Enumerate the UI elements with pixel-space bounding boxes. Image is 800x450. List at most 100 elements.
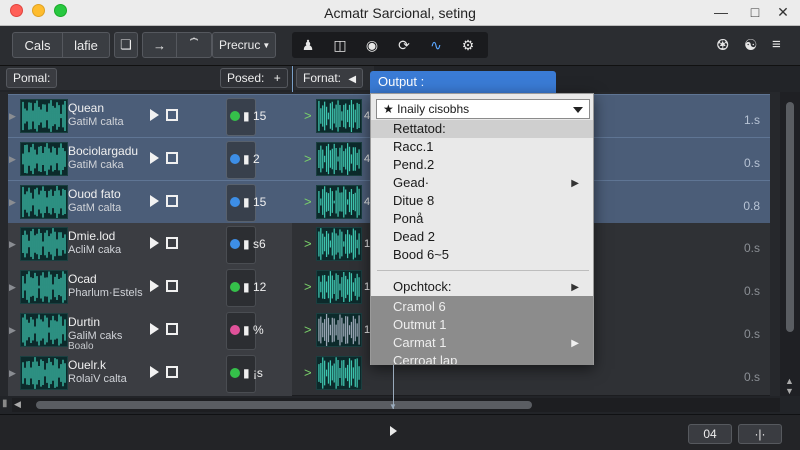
refresh-icon[interactable]: ⟳ [388, 32, 420, 58]
play-icon[interactable] [390, 426, 397, 436]
expand-icon[interactable]: ▶ [9, 197, 16, 208]
split-button[interactable]: ·|· [738, 424, 782, 444]
mixer-icon[interactable]: ♼ [716, 36, 729, 54]
close-button[interactable]: ✕ [774, 4, 792, 21]
output-panel-header[interactable]: Output : [370, 71, 556, 93]
track-checkbox[interactable] [166, 109, 178, 121]
play-icon[interactable] [150, 323, 159, 335]
status-dot [230, 197, 240, 207]
track-info-cell: ▶ Durtin GaliM caks Boalo ▮ % [8, 309, 292, 353]
file-icon[interactable]: ◫ [324, 32, 356, 58]
menu-item[interactable]: Racc.1 [371, 138, 593, 156]
track-checkbox[interactable] [166, 366, 178, 378]
track-name: Ouod fato [68, 187, 121, 201]
status-dot [230, 325, 240, 335]
waveform-thumbnail [20, 313, 68, 347]
zoom-traffic-button[interactable] [54, 4, 67, 17]
output-waveform [316, 313, 362, 347]
bars-icon[interactable]: ⏞ [177, 33, 211, 57]
menu-item[interactable]: Gead· ▶ [371, 174, 593, 192]
track-checkbox[interactable] [166, 237, 178, 249]
list-icon[interactable]: ≡ [772, 36, 781, 53]
waveform-icon[interactable]: ∿ [420, 32, 452, 58]
chevron-down-icon: ▼ [262, 40, 271, 50]
track-subtitle: AcliM caka [68, 244, 122, 256]
scroll-down-icon[interactable]: ▼ [785, 386, 794, 396]
preset-label: Precruc ▼ [213, 33, 275, 57]
output-waveform [316, 99, 362, 133]
track-checkbox[interactable] [166, 195, 178, 207]
expand-icon[interactable]: ▶ [9, 282, 16, 293]
playhead-marker-icon[interactable]: ▼ [389, 402, 397, 411]
play-icon[interactable] [150, 109, 159, 121]
posed-label: Posed: [227, 71, 265, 85]
menu-item[interactable]: Bood 6~5 [371, 246, 593, 264]
track-value: 0.s [743, 241, 760, 255]
output-select[interactable]: ★ Inaily cisobhs [376, 99, 590, 119]
counter-label: 04 [703, 427, 717, 441]
user-icon[interactable]: ♟ [292, 32, 324, 58]
expand-icon[interactable]: ▶ [9, 239, 16, 250]
track-checkbox[interactable] [166, 280, 178, 292]
expand-icon[interactable]: ▶ [9, 325, 16, 336]
scroll-up-icon[interactable]: ▲ [785, 376, 794, 386]
track-name: Ouelr.k [68, 358, 107, 372]
track-header: Pomal: Posed: + [0, 66, 292, 90]
track-checkbox[interactable] [166, 323, 178, 335]
menu-item[interactable]: Dead 2 [371, 228, 593, 246]
waveform-thumbnail [20, 142, 68, 176]
track-count: ▮ 2 [243, 152, 260, 166]
output-waveform [316, 185, 362, 219]
lafie-button[interactable]: lafie [63, 33, 109, 57]
output-waveform [316, 270, 362, 304]
menu-item[interactable]: Rettatod: [371, 120, 593, 138]
horizontal-scroll-thumb[interactable] [36, 401, 532, 409]
expand-icon[interactable]: ▶ [9, 154, 16, 165]
menu-item[interactable]: Ditue 8 [371, 192, 593, 210]
menu-item-label: Carmat 1 [393, 335, 447, 350]
waveform-thumbnail [20, 270, 68, 304]
comment-icon[interactable]: ◉ [356, 32, 388, 58]
window-title: Acmatr Sarcional, seting [324, 5, 476, 21]
maximize-button[interactable]: □ [746, 4, 764, 20]
track-count: ▮ % [243, 323, 264, 337]
lafie-label: lafie [74, 37, 98, 53]
close-traffic-button[interactable] [10, 4, 23, 17]
preset-dropdown[interactable]: Precruc ▼ [212, 32, 276, 58]
play-icon[interactable] [150, 237, 159, 249]
gear-icon[interactable]: ⚙ [452, 32, 484, 58]
clip-button[interactable]: ❏ [114, 32, 138, 58]
minimize-button[interactable]: — [712, 4, 730, 20]
menu-item[interactable]: Ponå [371, 210, 593, 228]
menu-item[interactable]: Pend.2 [371, 156, 593, 174]
chevron-right-icon: ▶ [571, 282, 579, 293]
vertical-scrollbar[interactable]: ▲ ▼ [780, 92, 800, 396]
menu-item-disabled: Cramol 6 [371, 298, 593, 316]
posed-button[interactable]: Posed: + [220, 68, 288, 88]
vertical-scroll-thumb[interactable] [786, 102, 794, 332]
pomal-label: Pomal: [13, 71, 51, 85]
menu-item-disabled: Cerroat lap [371, 352, 593, 364]
scroll-left-icon[interactable]: ◀ [14, 399, 21, 410]
split-icon[interactable]: ☯ [744, 36, 757, 54]
output-waveform [316, 142, 362, 176]
pomal-button[interactable]: Pomal: [6, 68, 58, 88]
minimize-traffic-button[interactable] [32, 4, 45, 17]
expand-icon[interactable]: ▶ [9, 111, 16, 122]
menu-item-options[interactable]: Opchtock: ▶ [371, 278, 593, 296]
play-icon[interactable] [150, 366, 159, 378]
expand-icon[interactable]: ▶ [9, 368, 16, 379]
app-window: Acmatr Sarcional, seting — □ ✕ Cals lafi… [0, 0, 800, 450]
route-arrow-icon: > [304, 322, 312, 337]
counter-button[interactable]: 04 [688, 424, 732, 444]
track-checkbox[interactable] [166, 152, 178, 164]
play-icon[interactable] [150, 280, 159, 292]
menu-separator [377, 270, 589, 271]
cals-button[interactable]: Cals [13, 33, 63, 57]
route-arrow-icon: > [304, 151, 312, 166]
play-icon[interactable] [150, 152, 159, 164]
arrow-right-icon[interactable]: → [143, 33, 177, 57]
format-button[interactable]: Fornat: ◀ [296, 68, 364, 88]
chevron-right-icon: ▶ [571, 338, 579, 349]
play-icon[interactable] [150, 195, 159, 207]
